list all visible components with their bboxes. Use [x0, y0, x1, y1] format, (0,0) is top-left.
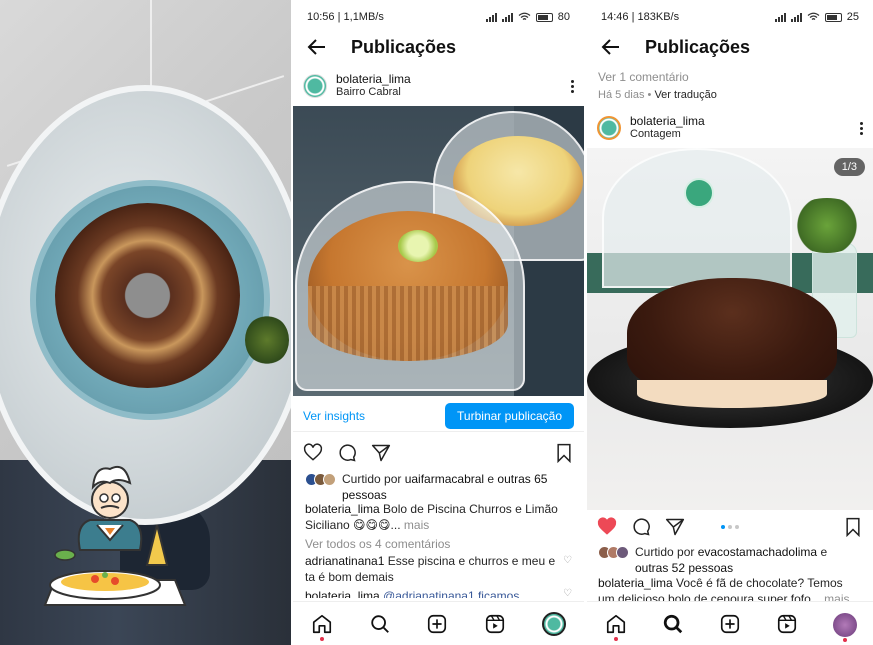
- post-location[interactable]: Bairro Cabral: [336, 86, 571, 99]
- post-header: bolateria_lima Bairro Cabral: [293, 69, 584, 103]
- new-post-icon[interactable]: [426, 613, 448, 635]
- boost-post-button[interactable]: Turbinar publicação: [445, 402, 574, 429]
- likes-summary: Curtido por evacostamachadolima e outras…: [598, 544, 859, 576]
- likes-prefix: Curtido por: [635, 545, 698, 559]
- signal-icon: [774, 12, 786, 22]
- post-image[interactable]: 1/3: [587, 148, 873, 510]
- separator: •: [644, 89, 655, 101]
- battery-level: 80: [557, 11, 570, 23]
- likes-user[interactable]: uaifarmacabral: [405, 472, 484, 486]
- post-time: Há 5 dias: [598, 89, 645, 101]
- wifi-icon: [518, 12, 531, 20]
- comment-icon[interactable]: [631, 517, 651, 537]
- top-bar: Publicações: [293, 34, 584, 60]
- save-bookmark-icon[interactable]: [843, 517, 863, 537]
- page-title: Publicações: [645, 36, 751, 57]
- likes-prefix: Curtido por: [342, 472, 405, 486]
- likes-others[interactable]: outras 52 pessoas: [635, 561, 733, 575]
- likes-summary: Curtido por uaifarmacabral e outras 65 p…: [305, 471, 570, 503]
- likes-user[interactable]: evacostamachadolima: [698, 545, 817, 559]
- caption-username[interactable]: bolateria_lima: [598, 576, 673, 590]
- carousel-dots: [721, 525, 739, 529]
- back-arrow-icon[interactable]: [599, 35, 623, 59]
- more-options-icon[interactable]: [571, 79, 574, 93]
- avatar[interactable]: [303, 74, 327, 98]
- top-bar: Publicações: [587, 34, 873, 60]
- chef-food-icon: [43, 465, 187, 606]
- status-speed: 1,1MB/s: [343, 11, 384, 23]
- post-username[interactable]: bolateria_lima: [336, 73, 571, 86]
- post-header: bolateria_lima Contagem: [587, 111, 873, 145]
- flower-decoration: [245, 315, 289, 365]
- comment-item: adrianatinana1 Esse piscina e churros e …: [305, 553, 556, 585]
- profile-avatar-icon[interactable]: [542, 611, 567, 636]
- reels-icon[interactable]: [776, 613, 798, 635]
- restaurant-photo: [0, 0, 291, 645]
- bottom-nav: [293, 601, 584, 645]
- new-post-icon[interactable]: [719, 613, 741, 635]
- prev-post-meta: Há 5 dias • Ver tradução: [598, 87, 859, 103]
- back-arrow-icon[interactable]: [305, 35, 329, 59]
- post-actions: [293, 438, 584, 468]
- post-location[interactable]: Contagem: [630, 128, 860, 141]
- signal-icon: [501, 12, 513, 22]
- search-icon[interactable]: [662, 613, 684, 635]
- instagram-screen-1: 10:56 | 1,1MB/s 80 Publicações bolateria…: [293, 0, 584, 645]
- status-bar: 14:46 | 183KB/s 25: [601, 11, 859, 23]
- like-heart-icon[interactable]: [303, 443, 323, 463]
- view-all-comments-link[interactable]: Ver todos os 4 comentários: [305, 536, 570, 552]
- caption-username[interactable]: bolateria_lima: [305, 502, 380, 516]
- comment-username[interactable]: bolateria_lima: [305, 589, 380, 598]
- likes-middle: e: [817, 545, 828, 559]
- page-title: Publicações: [351, 36, 457, 57]
- post-caption: bolateria_lima Bolo de Piscina Churros e…: [305, 501, 570, 533]
- caption-more-link[interactable]: mais: [821, 592, 849, 601]
- post-image[interactable]: [293, 106, 584, 396]
- comment-username[interactable]: adrianatinana1: [305, 554, 384, 568]
- view-insights-link[interactable]: Ver insights: [303, 409, 365, 423]
- wifi-icon: [807, 12, 820, 20]
- avatar[interactable]: [597, 116, 621, 140]
- save-bookmark-icon[interactable]: [554, 443, 574, 463]
- share-icon[interactable]: [665, 517, 685, 537]
- comment-text: @adrianatinana1 ficamos: [379, 589, 520, 598]
- insights-row: Ver insights Turbinar publicação: [293, 400, 584, 432]
- liked-heart-icon[interactable]: [597, 517, 617, 537]
- post-caption: bolateria_lima Você é fã de chocolate? T…: [598, 575, 859, 601]
- liker-avatars: [598, 544, 629, 559]
- comment-icon[interactable]: [337, 443, 357, 463]
- comment-like-icon[interactable]: ♡: [563, 555, 572, 566]
- carousel-counter: 1/3: [833, 158, 865, 176]
- view-comment-link[interactable]: Ver 1 comentário: [598, 69, 859, 85]
- status-speed: 183KB/s: [637, 11, 680, 23]
- share-icon[interactable]: [371, 443, 391, 463]
- status-bar: 10:56 | 1,1MB/s 80: [307, 11, 570, 23]
- battery-icon: [824, 12, 842, 22]
- more-options-icon[interactable]: [860, 121, 863, 135]
- signal-icon: [485, 12, 497, 22]
- translate-link[interactable]: Ver tradução: [654, 89, 716, 101]
- status-time: 14:46: [601, 11, 629, 23]
- likes-middle: e: [484, 472, 498, 486]
- status-time: 10:56: [307, 11, 335, 23]
- caption-more-link[interactable]: mais: [401, 518, 429, 532]
- marble-cake: [55, 203, 240, 388]
- bottom-nav: [587, 601, 873, 645]
- search-icon[interactable]: [369, 613, 391, 635]
- home-icon[interactable]: [605, 613, 627, 641]
- profile-avatar-icon[interactable]: [833, 612, 858, 642]
- comment-item: bolateria_lima @adrianatinana1 ficamos: [305, 588, 556, 598]
- comment-like-icon[interactable]: ♡: [563, 588, 572, 599]
- signal-icon: [790, 12, 802, 22]
- reels-icon[interactable]: [484, 613, 506, 635]
- home-icon[interactable]: [311, 613, 333, 641]
- instagram-screen-2: 14:46 | 183KB/s 25 Publicações Ver 1 com…: [587, 0, 873, 645]
- liker-avatars: [305, 471, 336, 486]
- post-username[interactable]: bolateria_lima: [630, 115, 860, 128]
- battery-level: 25: [846, 11, 859, 23]
- battery-icon: [535, 12, 553, 22]
